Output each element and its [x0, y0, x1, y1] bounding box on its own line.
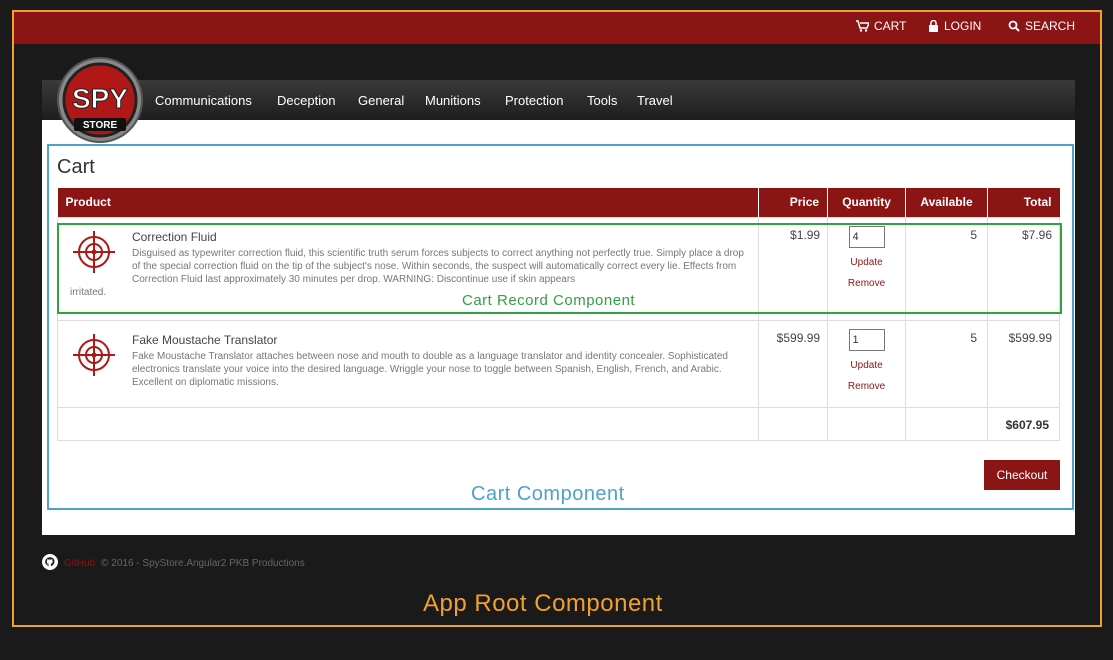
app-root-component-label: App Root Component [423, 590, 663, 617]
cart-component-label: Cart Component [471, 483, 625, 505]
cart-record-component-label: Cart Record Component [462, 292, 636, 309]
cart-component-frame [47, 144, 1074, 510]
app-root: CART LOGIN SEARCH Communications Decepti… [0, 0, 1113, 660]
